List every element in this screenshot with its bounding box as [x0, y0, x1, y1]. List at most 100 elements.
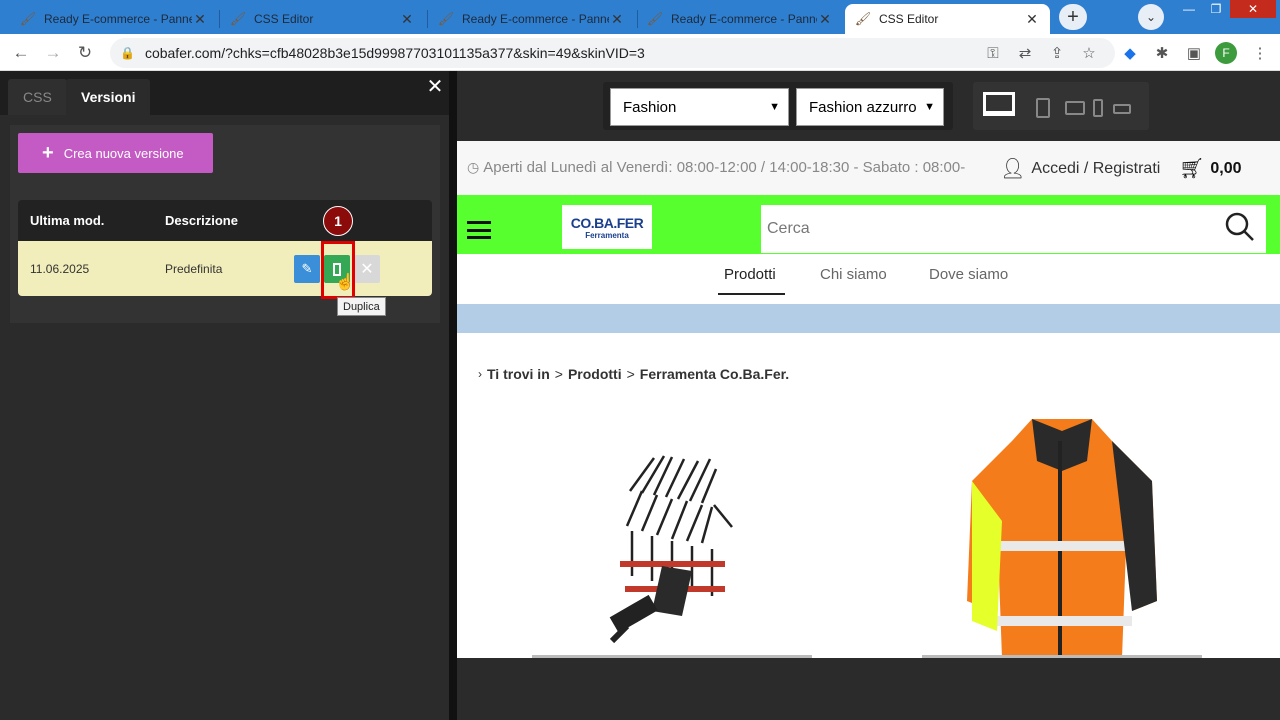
- opening-hours: Aperti dal Lunedì al Venerdì: 08:00-12:0…: [483, 159, 966, 176]
- share-icon[interactable]: ⇪: [1044, 40, 1070, 66]
- breadcrumb-current: Ferramenta Co.Ba.Fer.: [639, 366, 790, 382]
- color-select[interactable]: Fashion azzurro ▼: [796, 88, 944, 126]
- brush-favicon-icon: 🖌: [437, 11, 455, 26]
- product-image-jacket[interactable]: [962, 401, 1162, 658]
- nav-dove-siamo[interactable]: Dove siamo: [929, 266, 1008, 283]
- editor-tab-bar: CSS Versioni ✕: [0, 71, 449, 115]
- breadcrumb-separator: >: [626, 366, 635, 382]
- new-tab-plus-icon[interactable]: +: [1059, 4, 1087, 30]
- tab-title: CSS Editor: [879, 12, 939, 26]
- reload-icon[interactable]: ↻: [72, 40, 98, 66]
- lock-icon: 🔒: [120, 46, 135, 60]
- brush-favicon-icon: 🖌: [646, 11, 664, 26]
- nav-chi-siamo[interactable]: Chi siamo: [820, 266, 887, 283]
- login-link[interactable]: 👤︎ Accedi / Registrati: [1000, 156, 1160, 181]
- brush-favicon-icon: 🖌: [229, 11, 247, 26]
- extension-shield-icon[interactable]: ◆: [1117, 40, 1143, 66]
- close-x-icon: ✕: [360, 261, 374, 278]
- hand-cursor-icon: ☝: [335, 274, 355, 291]
- cart-icon: 🛒︎: [1179, 158, 1205, 180]
- hamburger-menu-icon[interactable]: [467, 221, 491, 239]
- tablet-landscape-icon[interactable]: [1065, 101, 1085, 115]
- browser-tab-5-active[interactable]: 🖌 CSS Editor ✕: [845, 4, 1050, 34]
- address-bar[interactable]: 🔒 cobafer.com/?chks=cfb48028b3e15d999877…: [110, 38, 1115, 68]
- logo-text: CO.BA.FER: [570, 214, 644, 231]
- browser-tab-strip: 🖌 Ready E-commerce - Panne ✕ 🖌 CSS Edito…: [0, 0, 1280, 34]
- search-input[interactable]: Cerca: [761, 205, 1266, 253]
- translate-icon[interactable]: ⇄: [1012, 40, 1038, 66]
- breadcrumb: › Ti trovi in > Prodotti > Ferramenta Co…: [478, 366, 789, 382]
- search-placeholder: Cerca: [767, 220, 810, 237]
- puzzle-extensions-icon[interactable]: ✱: [1149, 40, 1175, 66]
- browser-tab-3[interactable]: 🖌 Ready E-commerce - Panne ✕: [428, 4, 635, 34]
- user-icon: 👤︎: [1000, 158, 1026, 180]
- delete-version-button[interactable]: ✕: [354, 255, 380, 283]
- site-nav: Prodotti Chi siamo Dove siamo: [457, 254, 1280, 304]
- table-header: Ultima mod. Descrizione: [18, 200, 432, 241]
- header-last-modified: Ultima mod.: [30, 213, 105, 228]
- theme-select-value: Fashion: [623, 98, 677, 116]
- minimize-icon[interactable]: —: [1178, 2, 1200, 18]
- tab-close-icon[interactable]: ✕: [192, 11, 208, 28]
- tab-css[interactable]: CSS: [8, 79, 67, 115]
- key-icon[interactable]: ⚿: [980, 40, 1006, 66]
- versions-table: Ultima mod. Descrizione 11.06.2025 Prede…: [18, 200, 432, 296]
- tab-title: Ready E-commerce - Panne: [44, 12, 192, 26]
- desktop-icon[interactable]: [983, 92, 1015, 116]
- tablet-portrait-icon[interactable]: [1036, 98, 1050, 118]
- tab-close-icon[interactable]: ✕: [817, 11, 833, 28]
- tab-versioni[interactable]: Versioni: [66, 79, 151, 115]
- browser-tab-4[interactable]: 🖌 Ready E-commerce - Panne ✕: [637, 4, 843, 34]
- color-select-value: Fashion azzurro: [809, 98, 917, 116]
- step-number-badge: 1: [323, 206, 353, 236]
- brush-favicon-icon: 🖌: [19, 11, 37, 26]
- browser-toolbar: ← → ↻ 🔒 cobafer.com/?chks=cfb48028b3e15d…: [0, 34, 1280, 71]
- kebab-menu-icon[interactable]: ⋮: [1247, 40, 1273, 66]
- breadcrumb-prodotti[interactable]: Prodotti: [568, 366, 622, 382]
- row-description: Predefinita: [165, 261, 223, 276]
- breadcrumb-lead: Ti trovi in: [487, 366, 550, 382]
- browser-tab-2[interactable]: 🖌 CSS Editor ✕: [220, 4, 425, 34]
- panel-divider[interactable]: [449, 71, 457, 720]
- star-icon[interactable]: ☆: [1076, 40, 1102, 66]
- preview-bottom-strip: [457, 658, 1280, 720]
- tooltip: Duplica: [337, 297, 386, 316]
- tab-close-icon[interactable]: ✕: [399, 11, 415, 28]
- forward-arrow-icon[interactable]: →: [40, 40, 66, 66]
- restore-icon[interactable]: ❐: [1205, 2, 1227, 18]
- phone-landscape-icon[interactable]: [1113, 104, 1131, 114]
- clock-icon: ◷: [467, 159, 480, 175]
- editor-close-icon[interactable]: ✕: [426, 77, 444, 97]
- browser-tab-1[interactable]: 🖌 Ready E-commerce - Panne ✕: [10, 4, 218, 34]
- product-image-rake[interactable]: [532, 401, 812, 658]
- chevron-down-icon: ▼: [769, 101, 780, 113]
- tab-search-chevron-icon[interactable]: ⌄: [1138, 4, 1164, 30]
- edit-version-button[interactable]: ✎: [294, 255, 320, 283]
- nav-prodotti[interactable]: Prodotti: [724, 266, 776, 283]
- theme-select[interactable]: Fashion ▼: [610, 88, 789, 126]
- row-date: 11.06.2025: [30, 261, 90, 276]
- cart-link[interactable]: 🛒︎ 0,00: [1179, 156, 1242, 181]
- nav-active-underline: [718, 293, 785, 295]
- site-banner-strip: [457, 304, 1280, 333]
- chevron-down-icon: ▼: [924, 101, 935, 113]
- back-arrow-icon[interactable]: ←: [8, 40, 34, 66]
- chevron-right-icon: ›: [478, 367, 482, 381]
- tab-close-icon[interactable]: ✕: [1024, 11, 1040, 28]
- search-icon[interactable]: [1224, 211, 1256, 243]
- tab-title: CSS Editor: [254, 12, 314, 26]
- table-row: 11.06.2025 Predefinita ✎ ✕: [18, 241, 432, 296]
- breadcrumb-separator: >: [554, 366, 563, 382]
- phone-portrait-icon[interactable]: [1093, 99, 1103, 117]
- site-top-bar: ◷ Aperti dal Lunedì al Venerdì: 08:00-12…: [457, 141, 1280, 195]
- tab-title: Ready E-commerce - Panne: [462, 12, 609, 26]
- site-logo[interactable]: CO.BA.FER Ferramenta: [562, 205, 652, 249]
- logo-subtext: Ferramenta: [585, 230, 629, 240]
- tab-title: Ready E-commerce - Panne: [671, 12, 817, 26]
- window-close-icon[interactable]: ✕: [1230, 0, 1276, 18]
- side-panel-icon[interactable]: ▣: [1181, 40, 1207, 66]
- profile-avatar[interactable]: F: [1215, 42, 1237, 64]
- new-version-button[interactable]: + Crea nuova versione: [18, 133, 213, 173]
- tab-close-icon[interactable]: ✕: [609, 11, 625, 28]
- url-text: cobafer.com/?chks=cfb48028b3e15d99987703…: [144, 45, 645, 61]
